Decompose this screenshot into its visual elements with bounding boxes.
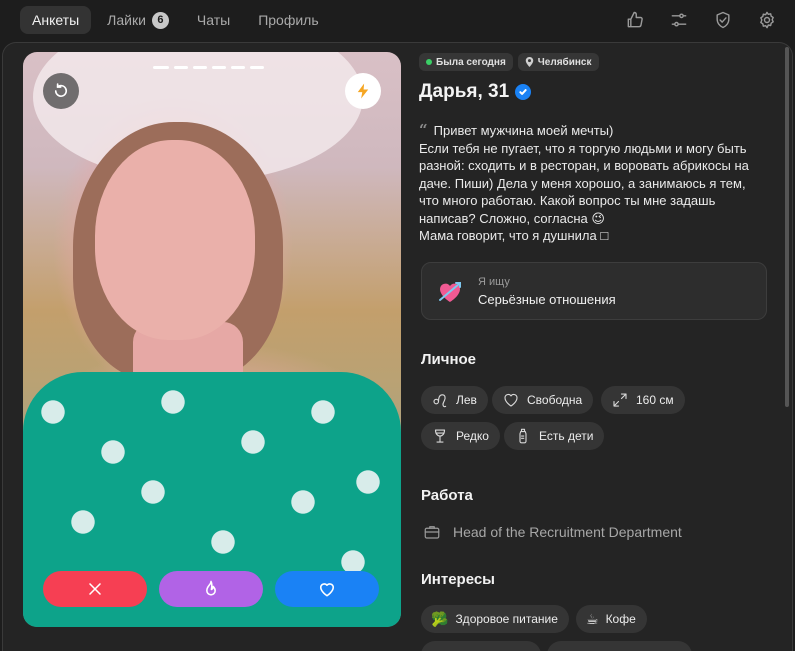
name-row: Дарья, 31	[419, 81, 532, 103]
heart-arrow-icon	[439, 282, 461, 302]
last-seen-text: Была сегодня	[436, 56, 506, 68]
chip-children: Есть дети	[504, 422, 605, 450]
city-badge: Челябинск	[517, 53, 599, 71]
chip-interest: 🥦 Здоровое питание	[421, 605, 569, 633]
chip-relationship: Свободна	[492, 386, 594, 414]
boost-button[interactable]	[345, 73, 381, 109]
work-row: Head of the Recruitment Department	[423, 523, 682, 541]
verified-badge-icon	[515, 84, 532, 100]
heart-outline-icon	[504, 393, 518, 407]
likes-count-badge: 6	[151, 11, 169, 29]
chip-label: Есть дети	[539, 429, 594, 443]
photo-progress-segment[interactable]	[153, 66, 169, 69]
chip-interest-partial	[547, 641, 692, 651]
photo-progress-segment[interactable]	[231, 66, 245, 69]
bio-line: что много работаю. Какой вопрос ты мне з…	[419, 193, 716, 208]
chip-label: Здоровое питание	[455, 612, 558, 626]
tab-label: Лайки	[107, 12, 146, 28]
tab-likes[interactable]: Лайки 6	[95, 6, 181, 34]
tab-chats[interactable]: Чаты	[185, 6, 242, 34]
looking-for-value: Серьёзные отношения	[478, 292, 616, 307]
broccoli-icon: 🥦	[431, 611, 449, 627]
looking-for-label: Я ищу	[478, 276, 510, 288]
interests-section-title: Интересы	[421, 571, 495, 588]
gear-icon[interactable]	[753, 8, 781, 32]
close-icon	[89, 583, 101, 595]
tab-label: Анкеты	[32, 12, 80, 28]
chip-height: 160 см	[601, 386, 685, 414]
photo-face-shape	[95, 140, 255, 340]
chip-label: 160 см	[636, 393, 674, 407]
tab-label: Профиль	[258, 12, 319, 28]
profile-panel: Была сегодня Челябинск Дарья, 31 “Привет…	[2, 42, 793, 651]
chip-label: Редко	[456, 429, 489, 443]
chip-label: Свободна	[527, 393, 583, 407]
bio-line: даче. Пиши) Дела у меня хорошо, а занима…	[419, 175, 746, 191]
profile-name-age: Дарья, 31	[419, 81, 510, 102]
photo-progress-segment[interactable]	[174, 66, 188, 69]
chip-label: Кофе	[605, 612, 636, 626]
top-icon-bar	[621, 8, 781, 32]
looking-for-card: Я ищу Серьёзные отношения	[421, 262, 767, 320]
thumbs-up-icon[interactable]	[621, 8, 649, 32]
chip-interest: ☕ Кофе	[576, 605, 647, 633]
wine-glass-icon	[434, 429, 446, 443]
chip-interest-partial	[421, 641, 541, 651]
city-text: Челябинск	[537, 56, 592, 68]
photo-progress-indicator	[153, 66, 264, 69]
heart-icon	[319, 583, 335, 597]
photo-progress-segment[interactable]	[193, 66, 207, 69]
undo-button[interactable]	[43, 73, 79, 109]
personal-section-title: Личное	[421, 351, 477, 368]
work-position: Head of the Recruitment Department	[453, 524, 682, 540]
superlike-button[interactable]	[159, 571, 263, 607]
online-dot-icon	[426, 59, 432, 65]
bio-line: написав? Сложно, согласна 😉	[419, 210, 605, 226]
dislike-button[interactable]	[43, 571, 147, 607]
photo-progress-segment[interactable]	[212, 66, 226, 69]
leo-icon	[433, 394, 447, 408]
undo-icon	[54, 83, 68, 97]
like-button[interactable]	[275, 571, 379, 607]
coffee-icon: ☕	[586, 611, 599, 627]
action-buttons	[43, 571, 381, 607]
lightning-icon	[357, 83, 369, 99]
chip-label: Лев	[456, 393, 477, 407]
baby-bottle-icon	[519, 428, 527, 444]
shield-check-icon[interactable]	[709, 8, 737, 32]
top-nav: Анкеты Лайки 6 Чаты Профиль	[0, 0, 795, 40]
chip-zodiac: Лев	[421, 386, 488, 414]
quote-icon: “	[419, 121, 428, 139]
tab-profile[interactable]: Профиль	[246, 6, 330, 34]
photo-progress-segment[interactable]	[250, 66, 264, 69]
bio-line: “Привет мужчина моей мечты)	[419, 121, 614, 139]
bio-line: Если тебя не пугает, что я торгую людьми…	[419, 140, 747, 156]
work-section-title: Работа	[421, 487, 473, 504]
profile-bio: “Привет мужчина моей мечты) Если тебя не…	[419, 121, 759, 245]
bio-line: разной: сходить и в ресторан, и воровать…	[419, 158, 749, 173]
sliders-icon[interactable]	[665, 8, 693, 32]
tab-label: Чаты	[196, 12, 231, 28]
status-badges: Была сегодня Челябинск	[419, 53, 599, 71]
profile-photo[interactable]	[23, 52, 401, 627]
bio-line: Мама говорит, что я душнила □	[419, 228, 609, 243]
chip-alcohol: Редко	[421, 422, 500, 450]
tab-ankety[interactable]: Анкеты	[20, 6, 92, 34]
height-arrows-icon	[613, 393, 627, 407]
briefcase-icon	[424, 526, 440, 539]
scrollbar[interactable]	[785, 47, 789, 407]
location-pin-icon	[525, 57, 534, 67]
flame-icon	[206, 580, 216, 596]
last-seen-badge: Была сегодня	[419, 53, 513, 71]
